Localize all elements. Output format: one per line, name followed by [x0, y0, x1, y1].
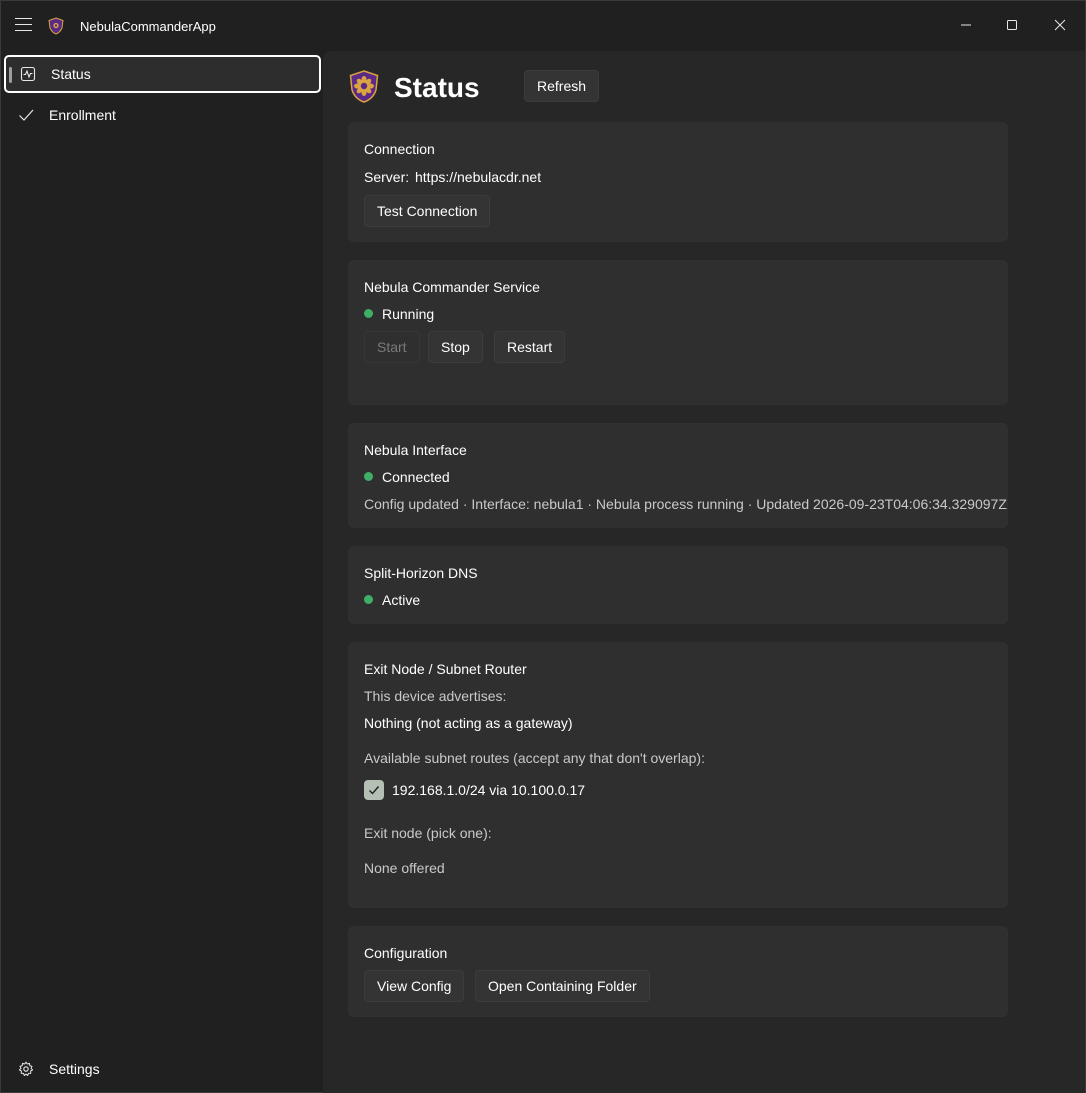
interface-status: Connected — [382, 469, 450, 485]
app-logo-icon — [48, 17, 64, 35]
hamburger-menu-icon[interactable] — [15, 18, 32, 32]
activity-icon — [20, 66, 36, 82]
gear-icon — [18, 1061, 34, 1076]
open-folder-button[interactable]: Open Containing Folder — [475, 970, 650, 1002]
routes-label: Available subnet routes (accept any that… — [364, 750, 705, 766]
app-title: NebulaCommanderApp — [80, 19, 216, 34]
card-title: Exit Node / Subnet Router — [364, 661, 527, 677]
exit-node-value: None offered — [364, 860, 445, 876]
service-status: Running — [382, 306, 435, 322]
card-title: Configuration — [364, 945, 448, 961]
start-button[interactable]: Start — [364, 331, 420, 363]
advertises-value: Nothing (not acting as a gateway) — [364, 715, 573, 731]
route-checkbox[interactable] — [364, 780, 384, 800]
selection-indicator — [9, 67, 12, 83]
app-window: NebulaCommanderApp Status Enrollment Set… — [0, 0, 1086, 1093]
main-content: Status Refresh Connection Server: https:… — [323, 51, 1085, 1093]
close-icon — [1054, 19, 1066, 31]
card-title: Connection — [364, 141, 435, 157]
status-dot — [364, 472, 373, 481]
card-title: Split-Horizon DNS — [364, 565, 478, 581]
sidebar-item-label: Enrollment — [49, 107, 116, 123]
status-dot — [364, 595, 373, 604]
exit-node-label: Exit node (pick one): — [364, 825, 492, 841]
sidebar-item-settings[interactable]: Settings — [4, 1050, 321, 1088]
sidebar-item-status[interactable]: Status — [4, 55, 321, 93]
exit-node-card: Exit Node / Subnet Router This device ad… — [348, 642, 1008, 908]
card-title: Nebula Interface — [364, 442, 467, 458]
view-config-button[interactable]: View Config — [364, 970, 465, 1002]
advertises-label: This device advertises: — [364, 688, 507, 704]
server-value: https://nebulacdr.net — [415, 169, 542, 185]
close-button[interactable] — [1037, 1, 1083, 49]
stop-button[interactable]: Stop — [428, 331, 483, 363]
sidebar-item-enrollment[interactable]: Enrollment — [4, 96, 321, 134]
refresh-button[interactable]: Refresh — [524, 70, 600, 102]
checkmark-icon — [19, 109, 34, 121]
page-header: Status Refresh — [349, 69, 1049, 105]
minimize-button[interactable] — [943, 1, 989, 49]
sidebar-item-label: Settings — [49, 1061, 100, 1077]
maximize-button[interactable] — [989, 1, 1035, 49]
interface-detail: Config updated · Interface: nebula1 · Ne… — [364, 496, 1007, 512]
page-title: Status — [394, 72, 480, 103]
restart-button[interactable]: Restart — [494, 331, 566, 363]
nebula-shield-logo-icon — [349, 70, 379, 103]
card-title: Nebula Commander Service — [364, 279, 540, 295]
maximize-icon — [1007, 20, 1017, 30]
route-label[interactable]: 192.168.1.0/24 via 10.100.0.17 — [392, 782, 585, 798]
service-card: Nebula Commander Service Running Start S… — [348, 260, 1008, 405]
status-dot — [364, 309, 373, 318]
sidebar-item-label: Status — [51, 66, 91, 82]
checkmark-icon — [369, 786, 380, 795]
interface-card: Nebula Interface Connected Config update… — [348, 423, 1008, 528]
dns-card: Split-Horizon DNS Active — [348, 546, 1008, 624]
connection-card: Connection Server: https://nebulacdr.net… — [348, 122, 1008, 242]
server-label: Server: — [364, 169, 410, 185]
minimize-icon — [961, 24, 971, 26]
test-connection-button[interactable]: Test Connection — [364, 195, 491, 227]
dns-status: Active — [382, 592, 421, 608]
sidebar: Status Enrollment Settings — [1, 51, 323, 1093]
configuration-card: Configuration View Config Open Containin… — [348, 926, 1008, 1017]
title-bar: NebulaCommanderApp — [1, 1, 1085, 51]
